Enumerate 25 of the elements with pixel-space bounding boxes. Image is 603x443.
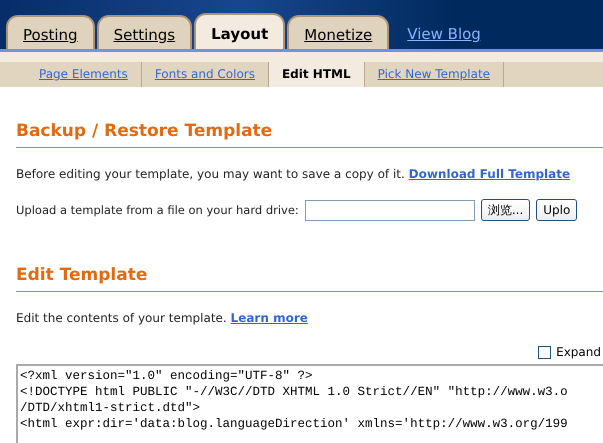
subtab[interactable]: Edit HTML <box>268 62 365 87</box>
upload-label: Upload a template from a file on your hard drive: <box>16 203 299 217</box>
subtab[interactable]: Pick New Template <box>364 62 504 87</box>
code-line: <!DOCTYPE html PUBLIC "-//W3C//DTD XHTML 1.0 Strict//EN" "http://www.w3.o <box>20 384 568 400</box>
tab[interactable]: Layout <box>194 13 286 49</box>
description-text: Edit the contents of your template. Learn more <box>16 311 309 325</box>
checkbox[interactable] <box>538 346 552 358</box>
tab[interactable]: Monetize <box>287 15 390 49</box>
code-line: /DTD/xhtml1-strict.dtd"> <box>20 400 200 416</box>
file-input-field[interactable] <box>304 200 475 220</box>
description-text: Before editing your template, you may want to save a copy of it. Download Full Template <box>16 167 572 181</box>
upload-button[interactable]: Uplo <box>536 199 578 221</box>
checkbox-label: Expand <box>556 345 601 359</box>
tab[interactable]: Settings <box>96 15 192 49</box>
download-link[interactable]: Download Full Template <box>408 167 570 181</box>
code-editor[interactable] <box>16 364 603 443</box>
tab[interactable]: Posting <box>6 15 95 49</box>
subtab[interactable]: Page Elements <box>26 62 142 87</box>
browse-button[interactable]: 浏览... <box>480 199 530 221</box>
code-line: <html expr:dir='data:blog.languageDirection' xmlns='http://www.w3.org/199 <box>20 416 568 432</box>
code-line: <?xml version="1.0" encoding="UTF-8" ?> <box>20 368 313 384</box>
section-title: Backup / Restore Template <box>16 121 603 148</box>
section-title: Edit Template <box>16 265 603 292</box>
learn-more-link[interactable]: Learn more <box>230 311 308 325</box>
view-blog-link[interactable]: View Blog <box>407 19 481 49</box>
